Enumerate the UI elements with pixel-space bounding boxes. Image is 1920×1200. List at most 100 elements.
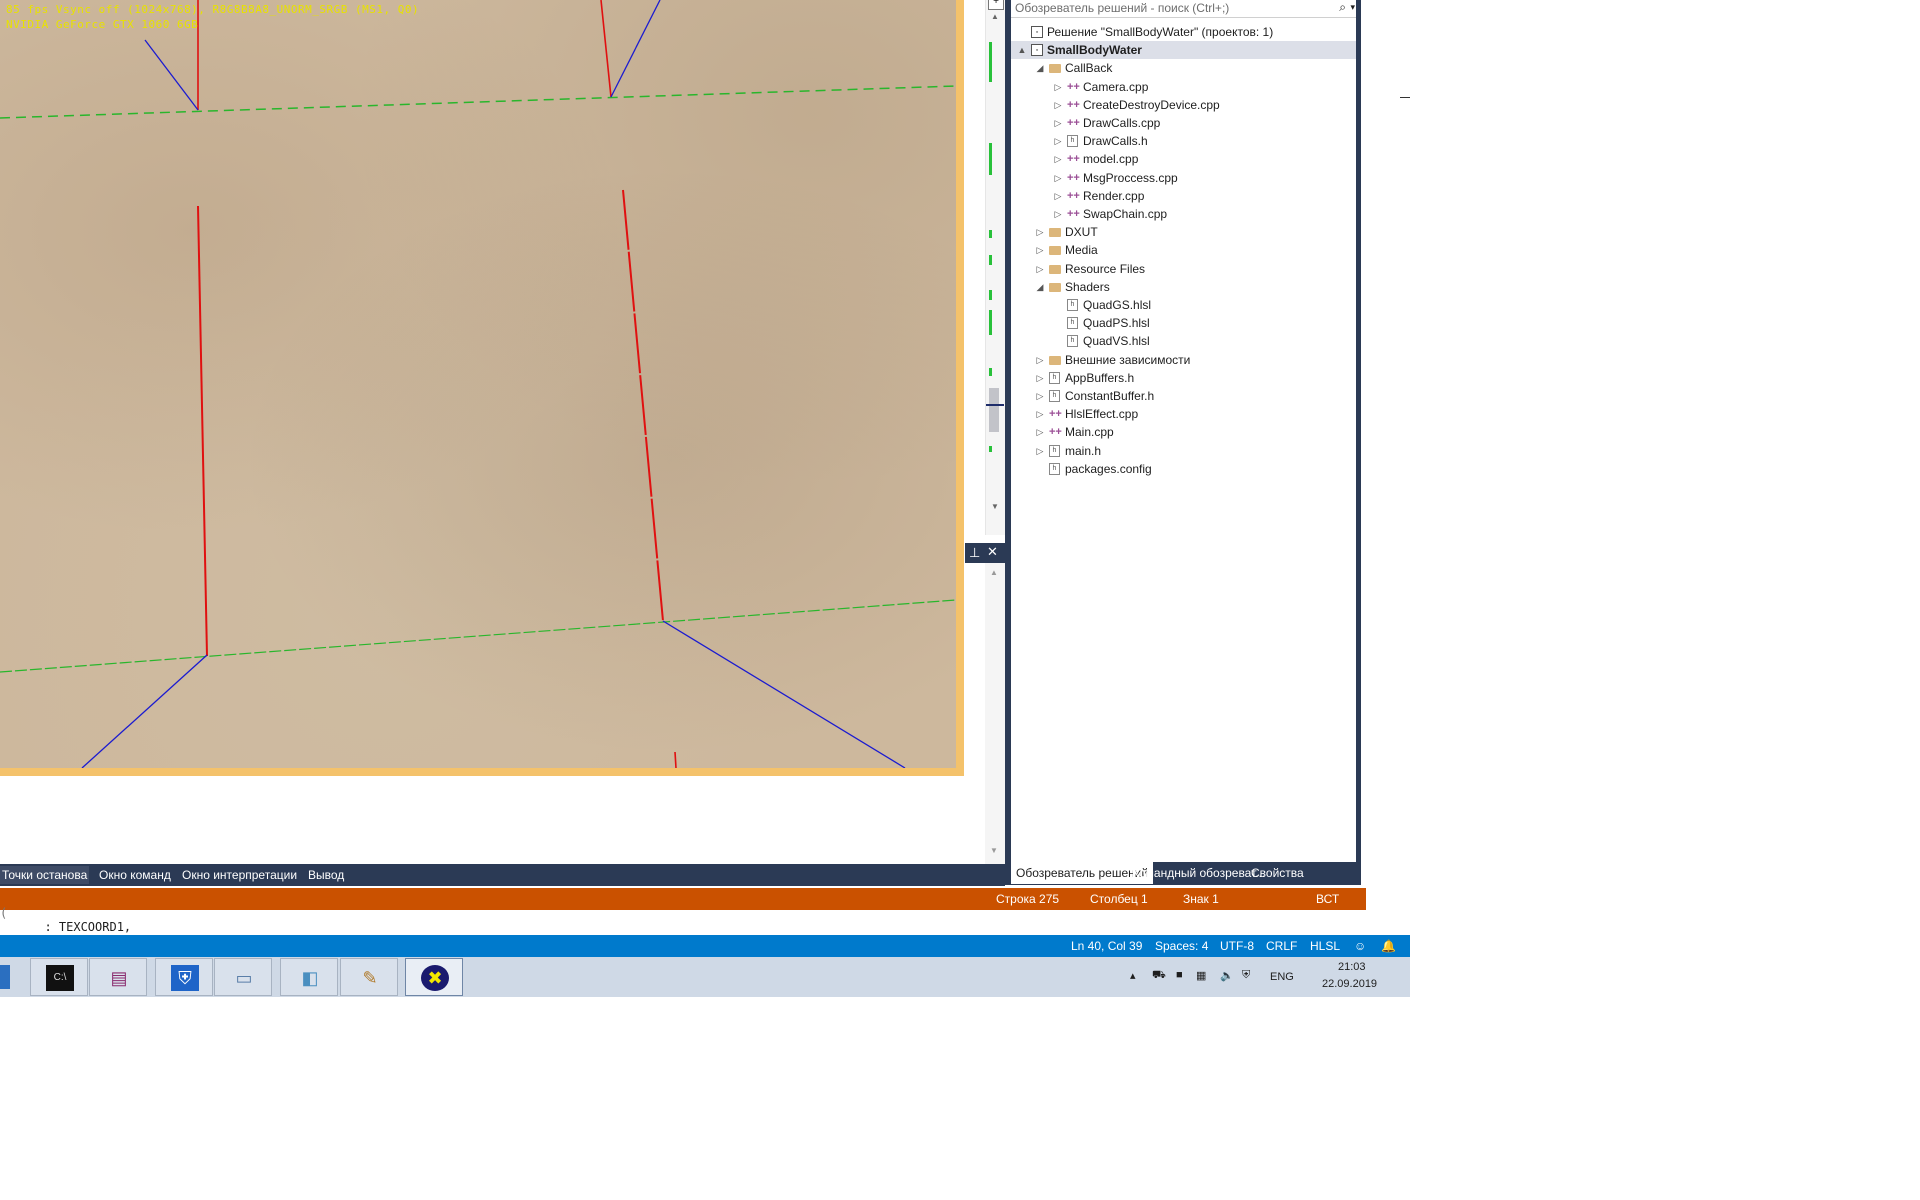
tool-window-header: ⊥ ✕: [965, 543, 1005, 563]
expand-arrow-icon[interactable]: ▷: [1035, 260, 1045, 278]
tree-item[interactable]: ◢ CallBack: [1011, 59, 1356, 77]
search-icon[interactable]: ⌕: [1339, 0, 1346, 15]
tree-item[interactable]: ▷ ++ MsgProccess.cpp: [1011, 169, 1356, 187]
taskbar-button[interactable]: ▭: [214, 958, 272, 996]
status-indentation[interactable]: Spaces: 4: [1155, 935, 1208, 957]
clock-time[interactable]: 21:03: [1338, 961, 1366, 973]
scroll-down-arrow-icon[interactable]: ▼: [991, 502, 999, 511]
solution-search-input[interactable]: Обозреватель решений - поиск (Ctrl+;) ⌕ …: [1011, 0, 1356, 18]
device-icon[interactable]: ▦: [1196, 969, 1206, 982]
square-icon[interactable]: ■: [1176, 969, 1183, 981]
start-button-edge[interactable]: [0, 965, 10, 989]
expand-arrow-icon[interactable]: ▷: [1053, 132, 1063, 150]
change-marker: [989, 42, 992, 82]
expand-arrow-icon[interactable]: ▷: [1035, 405, 1045, 423]
directx-viewport[interactable]: 85 fps Vsync off (1024x768), R8G8B8A8_UN…: [0, 0, 964, 776]
taskbar-button[interactable]: ✖: [405, 958, 463, 996]
smiley-feedback-icon[interactable]: ☺: [1354, 935, 1366, 957]
expand-arrow-icon[interactable]: ▷: [1053, 114, 1063, 132]
collapse-arrow-icon[interactable]: ◢: [1035, 59, 1045, 77]
expand-arrow-icon[interactable]: ▷: [1053, 169, 1063, 187]
cmd-icon: C:\: [46, 965, 74, 991]
tree-item[interactable]: ▲ ▫ SmallBodyWater: [1011, 41, 1356, 60]
tree-item[interactable]: ▷ Resource Files: [1011, 260, 1356, 278]
tree-item[interactable]: h QuadGS.hlsl: [1011, 296, 1356, 314]
scroll-up-arrow-icon[interactable]: ▲: [990, 568, 998, 577]
tab-immediate-window[interactable]: Окно интерпретации: [180, 866, 299, 884]
hlsl-file-icon: h: [1067, 299, 1078, 311]
expand-arrow-icon[interactable]: ▷: [1035, 223, 1045, 241]
split-plus-icon[interactable]: +: [988, 0, 1004, 10]
cpp-file-icon: ++: [1049, 426, 1062, 439]
tree-item[interactable]: ▷ h DrawCalls.h: [1011, 132, 1356, 150]
chevron-up-icon[interactable]: ▴: [1130, 969, 1136, 982]
expand-arrow-icon[interactable]: ▷: [1035, 241, 1045, 259]
expand-arrow-icon[interactable]: ▷: [1053, 187, 1063, 205]
scroll-up-arrow-icon[interactable]: ▲: [991, 12, 999, 21]
tab-output[interactable]: Вывод: [306, 866, 346, 884]
code-editor-line[interactable]: ( : TEXCOORD1,: [0, 906, 1410, 934]
tree-item[interactable]: ▷ DXUT: [1011, 223, 1356, 241]
tab-properties[interactable]: Свойства: [1246, 862, 1309, 884]
expand-arrow-icon[interactable]: ▷: [1035, 369, 1045, 387]
taskbar-button[interactable]: C:\: [30, 958, 88, 996]
tree-item[interactable]: ▷ h ConstantBuffer.h: [1011, 387, 1356, 405]
close-icon[interactable]: ✕: [987, 544, 998, 560]
expand-arrow-icon[interactable]: ▷: [1035, 442, 1045, 460]
expand-arrow-icon[interactable]: ▷: [1035, 351, 1045, 369]
status-language[interactable]: HLSL: [1310, 935, 1340, 957]
language-indicator[interactable]: ENG: [1270, 971, 1294, 983]
scroll-thumb[interactable]: [989, 388, 999, 432]
red-axis-line-right: [622, 189, 664, 622]
status-cursor-position[interactable]: Ln 40, Col 39: [1071, 935, 1142, 957]
tree-item[interactable]: ▷ ++ DrawCalls.cpp: [1011, 114, 1356, 132]
defender-tray-icon[interactable]: ⛨: [1242, 969, 1250, 982]
tab-command-window[interactable]: Окно команд: [97, 866, 173, 884]
tree-item[interactable]: ▷ ++ CreateDestroyDevice.cpp: [1011, 96, 1356, 114]
status-line: Строка 275: [996, 892, 1060, 906]
taskbar-button[interactable]: ✎: [340, 958, 398, 996]
collapse-arrow-icon[interactable]: ▲: [1017, 41, 1027, 59]
tree-item[interactable]: h packages.config: [1011, 460, 1356, 478]
taskbar-button[interactable]: ⛨: [155, 958, 213, 996]
bottom-tool-tabs: Точки останова Окно команд Окно интерпре…: [0, 864, 1005, 886]
tree-item[interactable]: h QuadVS.hlsl: [1011, 332, 1356, 350]
tree-item[interactable]: ▷ ++ Camera.cpp: [1011, 78, 1356, 96]
tree-item[interactable]: ▫ Решение "SmallBodyWater" (проектов: 1): [1011, 23, 1356, 41]
red-axis-line-bottom-stub: [674, 751, 677, 768]
clock-date[interactable]: 22.09.2019: [1322, 978, 1377, 990]
tree-item[interactable]: ▷ ++ Main.cpp: [1011, 423, 1356, 441]
tab-breakpoints[interactable]: Точки останова: [0, 866, 90, 884]
pin-icon[interactable]: ⊥: [969, 545, 980, 561]
expand-arrow-icon[interactable]: ▷: [1053, 205, 1063, 223]
expand-arrow-icon[interactable]: ▷: [1053, 96, 1063, 114]
tree-item[interactable]: h QuadPS.hlsl: [1011, 314, 1356, 332]
bell-icon[interactable]: 🔔: [1381, 935, 1396, 957]
tree-item[interactable]: ◢ Shaders: [1011, 278, 1356, 296]
change-marker: [989, 230, 992, 238]
tree-item[interactable]: ▷ ++ HlslEffect.cpp: [1011, 405, 1356, 423]
network-cart-icon[interactable]: ⛟: [1152, 969, 1166, 983]
tree-item[interactable]: ▷ h AppBuffers.h: [1011, 369, 1356, 387]
volume-icon[interactable]: 🔈: [1220, 969, 1234, 982]
status-encoding[interactable]: UTF-8: [1220, 935, 1254, 957]
tree-item[interactable]: ▷ ++ SwapChain.cpp: [1011, 205, 1356, 223]
tree-item[interactable]: ▷ Внешние зависимости: [1011, 351, 1356, 369]
editor-blank-area: [0, 784, 990, 864]
tree-item[interactable]: ▷ ++ model.cpp: [1011, 150, 1356, 168]
tree-item[interactable]: ▷ ++ Render.cpp: [1011, 187, 1356, 205]
scroll-down-arrow-icon[interactable]: ▼: [990, 846, 998, 855]
expand-arrow-icon[interactable]: ▷: [1053, 150, 1063, 168]
status-eol[interactable]: CRLF: [1266, 935, 1297, 957]
chevron-down-icon[interactable]: ▾: [1350, 2, 1355, 13]
collapse-arrow-icon[interactable]: ◢: [1035, 278, 1045, 296]
tree-item[interactable]: ▷ Media: [1011, 241, 1356, 259]
editor-vertical-scrollbar[interactable]: + ▲ ▼: [985, 0, 1006, 535]
expand-arrow-icon[interactable]: ▷: [1035, 423, 1045, 441]
expand-arrow-icon[interactable]: ▷: [1053, 78, 1063, 96]
taskbar-button[interactable]: ▤: [89, 958, 147, 996]
taskbar-button[interactable]: ◧: [280, 958, 338, 996]
expand-arrow-icon[interactable]: ▷: [1035, 387, 1045, 405]
tree-item[interactable]: ▷ h main.h: [1011, 442, 1356, 460]
output-vertical-scrollbar[interactable]: ▲ ▼: [985, 560, 1005, 864]
